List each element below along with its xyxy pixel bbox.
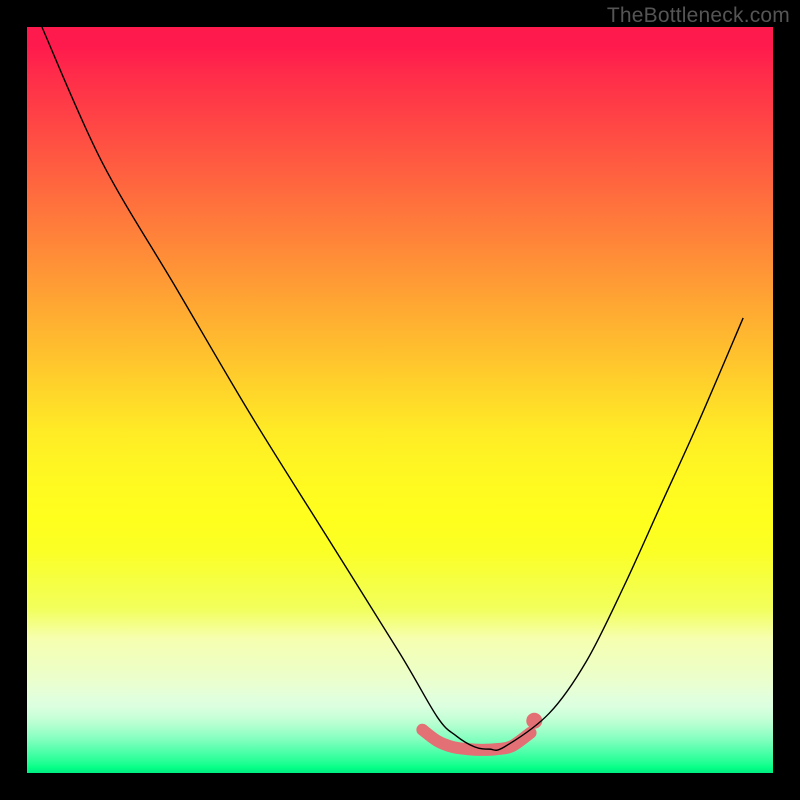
chart-svg — [0, 0, 800, 800]
bottleneck-curve — [42, 27, 743, 750]
chart-frame: TheBottleneck.com — [0, 0, 800, 800]
watermark-text: TheBottleneck.com — [607, 4, 790, 28]
